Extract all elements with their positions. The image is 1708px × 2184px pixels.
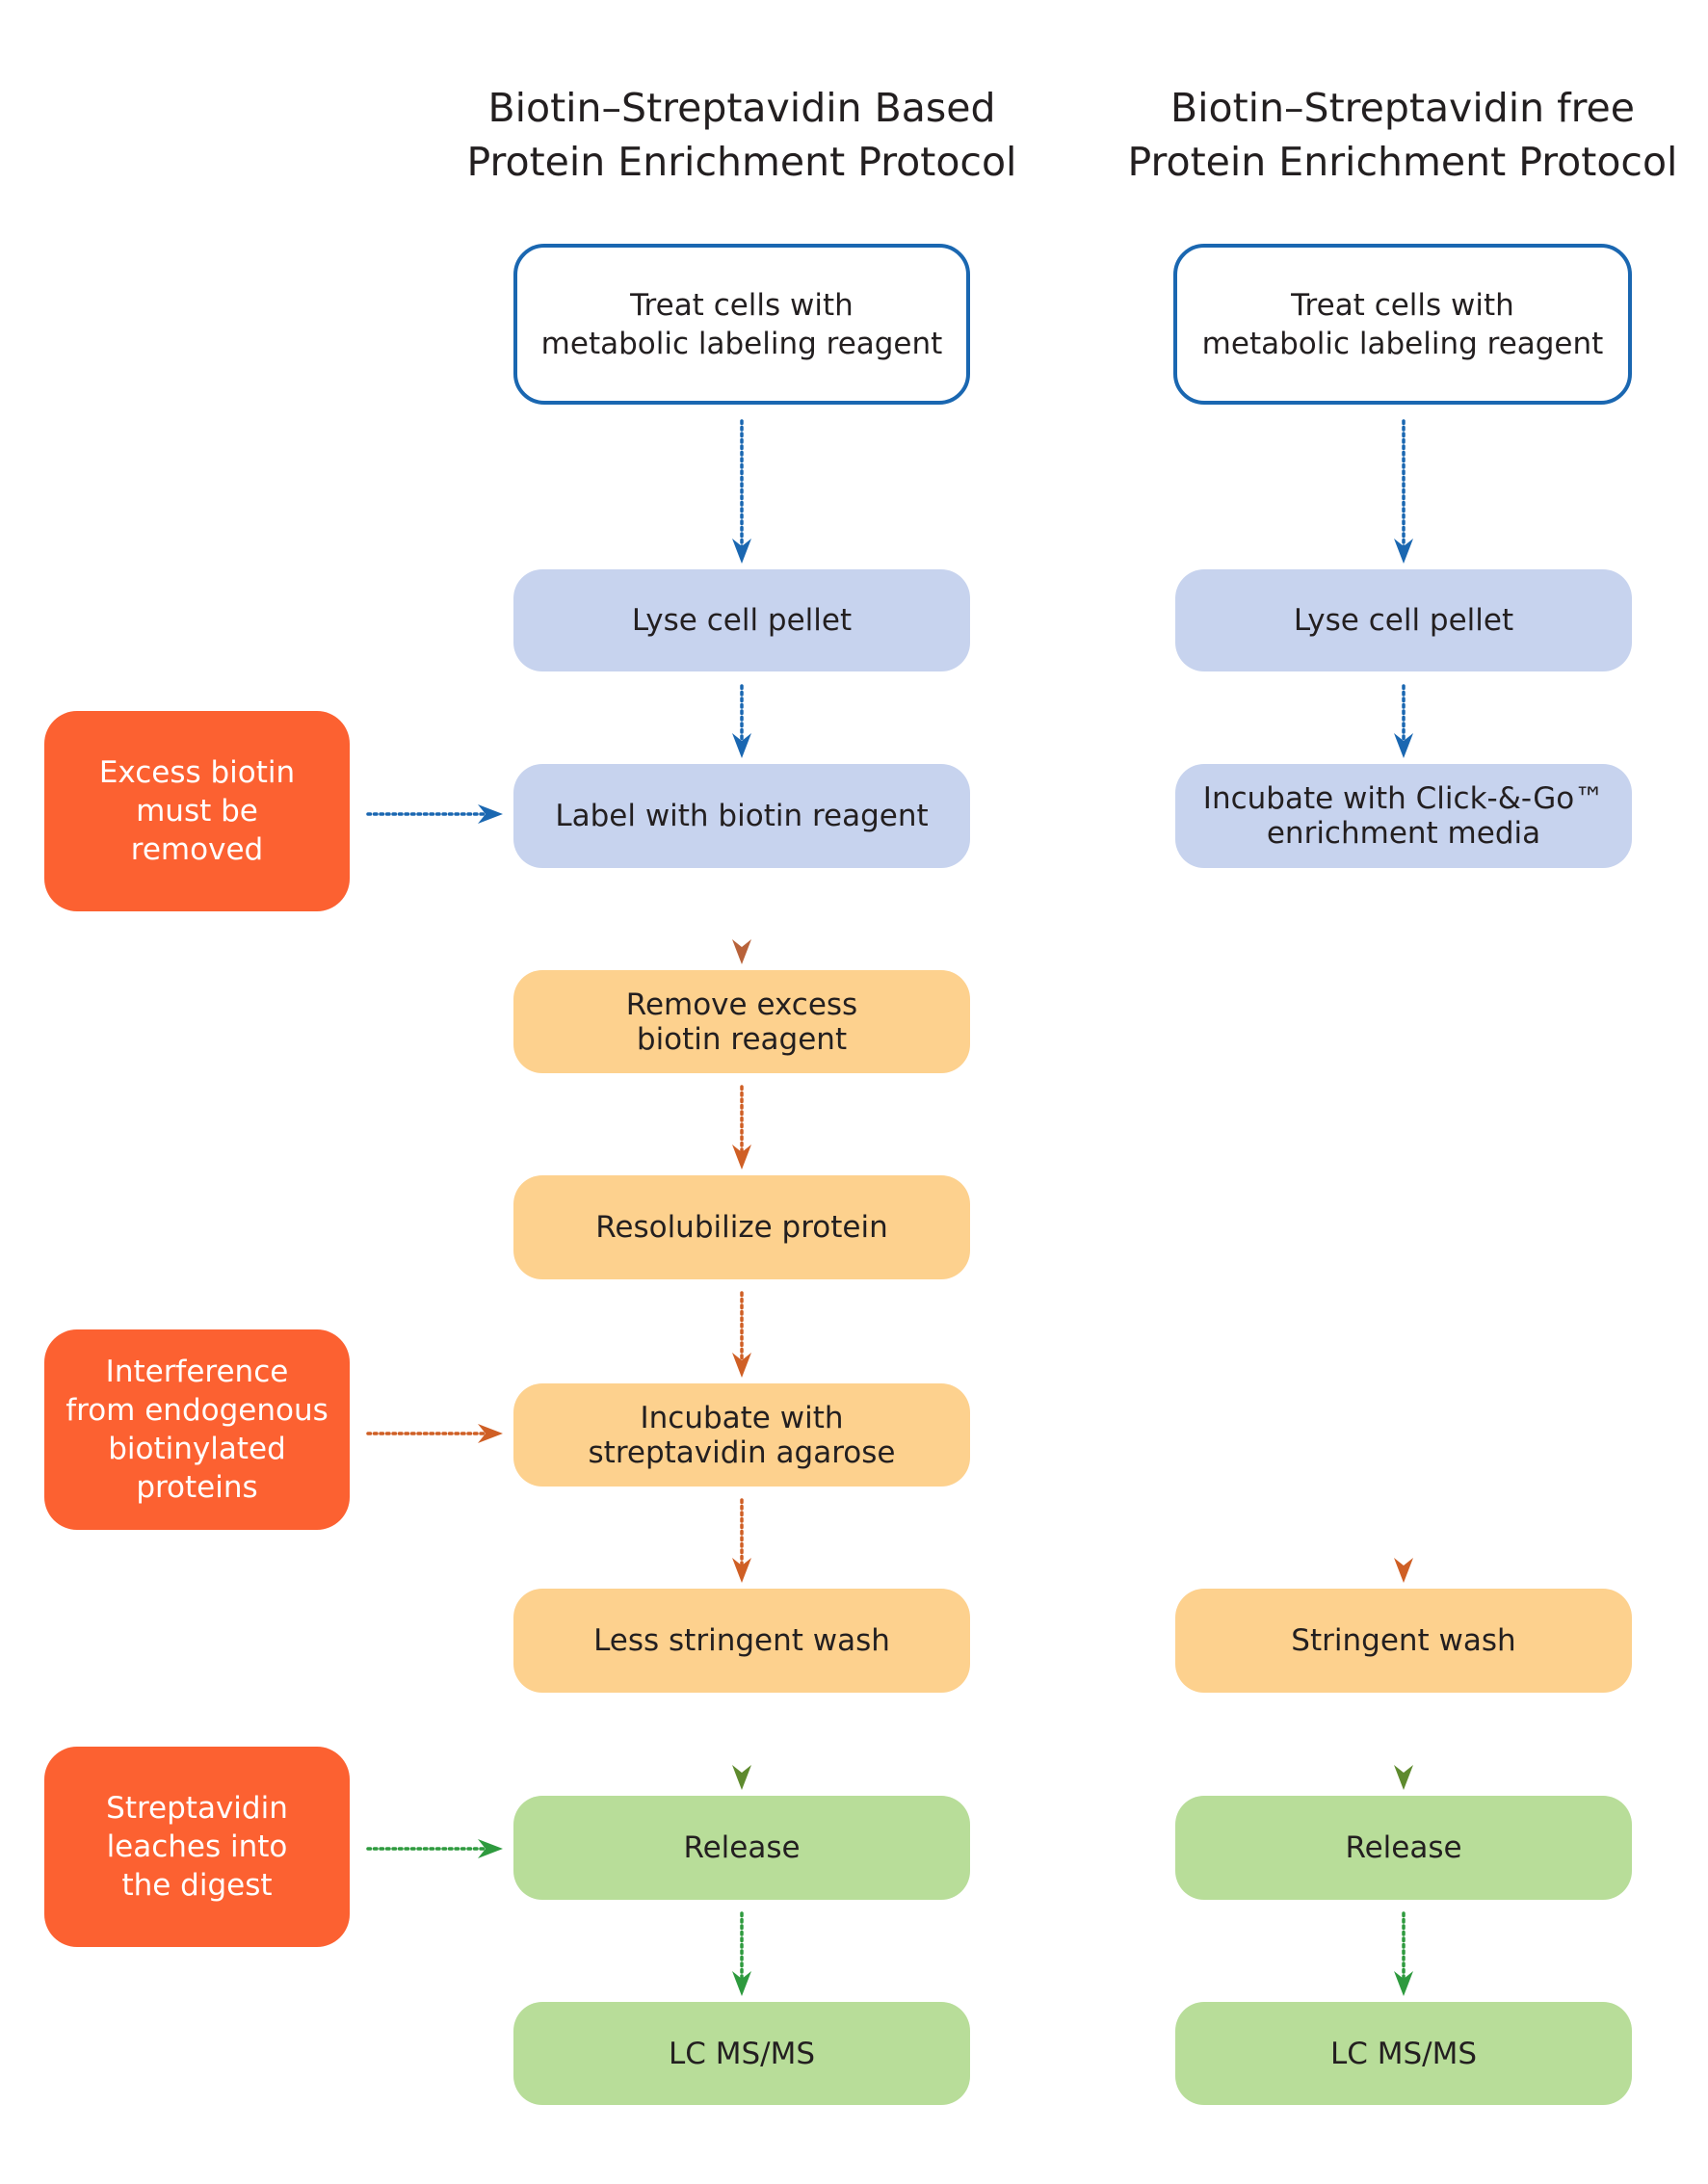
left-step-treat-cells: Treat cells with metabolic labeling reage… (513, 244, 970, 405)
right-step-lc-ms-ms: LC MS/MS (1175, 2002, 1632, 2105)
right-step-incubate-click-and-go: Incubate with Click-&-Go™ enrichment medi… (1175, 764, 1632, 868)
callout-label: the digest (121, 1868, 273, 1903)
callout-label: proteins (136, 1470, 258, 1505)
callout-label: biotinylated (108, 1432, 286, 1466)
left-step-resolubilize-protein: Resolubilize protein (513, 1175, 970, 1279)
step-label: LC MS/MS (668, 2036, 816, 2071)
left-step-less-stringent-wash: Less stringent wash (513, 1589, 970, 1693)
callout-excess-biotin: Excess biotin must be removed (44, 711, 350, 911)
step-label: LC MS/MS (1329, 2036, 1478, 2071)
callout-label: Streptavidin (106, 1791, 288, 1826)
step-label: Release (1345, 1830, 1462, 1865)
step-label: Treat cells with (630, 287, 854, 323)
right-step-lyse-cell-pellet: Lyse cell pellet (1175, 569, 1632, 671)
left-step-remove-excess-biotin: Remove excess biotin reagent (513, 970, 970, 1073)
step-label: Incubate with Click-&-Go™ (1202, 781, 1605, 816)
step-label: Lyse cell pellet (1293, 603, 1514, 638)
left-step-lc-ms-ms: LC MS/MS (513, 2002, 970, 2105)
step-label: Remove excess (625, 987, 858, 1022)
callout-endogenous-interference: Interference from endogenous biotinylated p… (44, 1329, 350, 1530)
callout-label: Excess biotin (98, 755, 296, 790)
step-label: Lyse cell pellet (631, 603, 853, 638)
step-label: biotin reagent (636, 1021, 848, 1057)
step-label: metabolic labeling reagent (1201, 326, 1604, 361)
left-step-incubate-streptavidin: Incubate with streptavidin agarose (513, 1383, 970, 1487)
step-label: Label with biotin reagent (555, 799, 929, 833)
right-step-treat-cells: Treat cells with metabolic labeling reage… (1173, 244, 1632, 405)
step-label: Release (683, 1830, 801, 1865)
callout-label: Interference (105, 1355, 289, 1389)
step-label: metabolic labeling reagent (540, 326, 943, 361)
step-label: Incubate with (640, 1400, 844, 1435)
step-label: Treat cells with (1291, 287, 1514, 323)
step-label: Resolubilize protein (595, 1210, 888, 1245)
callout-label: leaches into (106, 1829, 288, 1864)
callout-label: must be (136, 794, 258, 829)
step-label: enrichment media (1266, 816, 1541, 851)
right-step-stringent-wash: Stringent wash (1175, 1589, 1632, 1693)
step-label: streptavidin agarose (588, 1434, 896, 1470)
step-label: Less stringent wash (593, 1623, 890, 1658)
right-step-release: Release (1175, 1796, 1632, 1900)
callout-streptavidin-leaches: Streptavidin leaches into the digest (44, 1747, 350, 1947)
left-step-lyse-cell-pellet: Lyse cell pellet (513, 569, 970, 671)
callout-label: removed (130, 832, 264, 867)
callout-label: from endogenous (66, 1393, 328, 1428)
left-step-label-with-biotin: Label with biotin reagent (513, 764, 970, 868)
step-label: Stringent wash (1291, 1623, 1516, 1658)
left-step-release: Release (513, 1796, 970, 1900)
